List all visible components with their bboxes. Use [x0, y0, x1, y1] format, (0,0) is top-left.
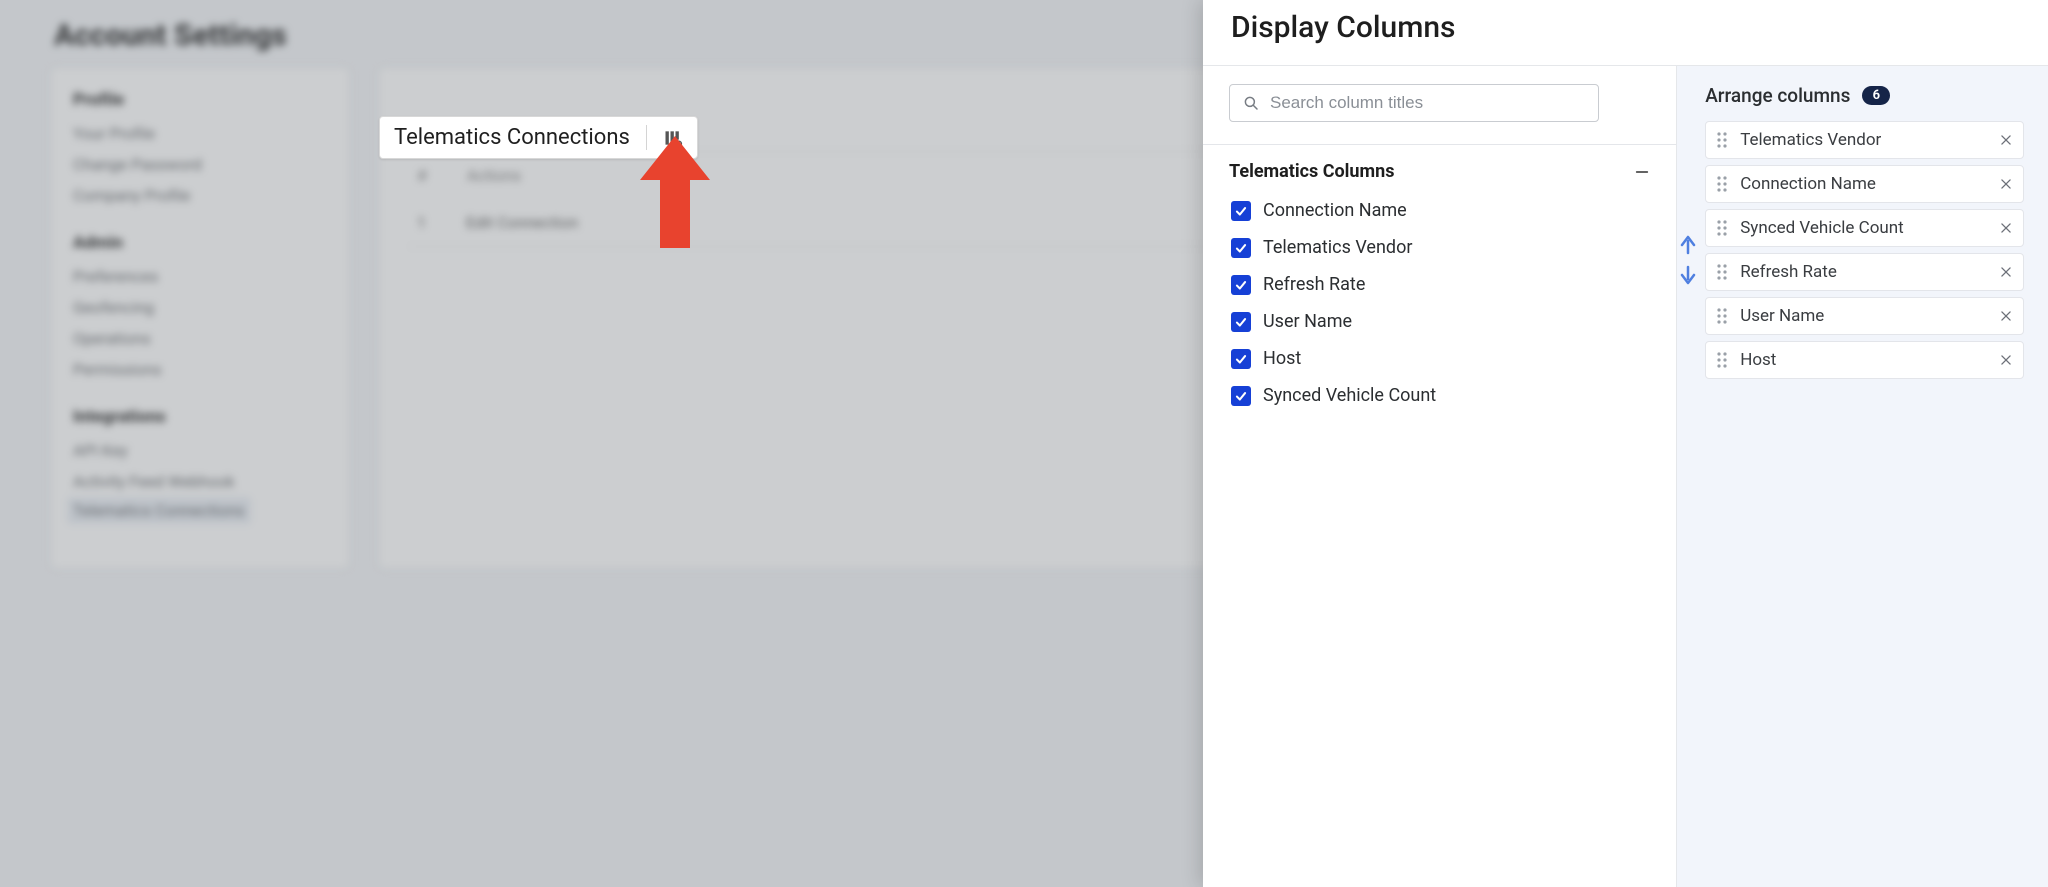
arrange-item-label: Connection Name: [1740, 174, 1987, 194]
column-label: Connection Name: [1263, 200, 1407, 221]
remove-column-button[interactable]: [1999, 221, 2013, 235]
search-icon: [1242, 94, 1260, 112]
arrange-list: Telematics Vendor Connection Name Synced…: [1705, 121, 2024, 379]
checkbox-icon[interactable]: [1231, 312, 1251, 332]
remove-column-button[interactable]: [1999, 309, 2013, 323]
drawer-header: Display Columns: [1203, 0, 2048, 66]
drag-handle-icon[interactable]: [1716, 263, 1728, 281]
arrange-item-label: Host: [1740, 350, 1987, 370]
remove-column-button[interactable]: [1999, 133, 2013, 147]
column-label: Host: [1263, 348, 1301, 369]
arrange-item[interactable]: Refresh Rate: [1705, 253, 2024, 291]
drawer-title: Display Columns: [1231, 10, 2020, 45]
arrange-count-badge: 6: [1862, 86, 1890, 105]
arrange-item[interactable]: Telematics Vendor: [1705, 121, 2024, 159]
drag-handle-icon[interactable]: [1716, 175, 1728, 193]
arrange-item-label: User Name: [1740, 306, 1987, 326]
drag-handle-icon[interactable]: [1716, 219, 1728, 237]
main-header-title: Telematics Connections: [394, 125, 630, 150]
column-label: User Name: [1263, 311, 1352, 332]
arrange-title: Arrange columns: [1705, 84, 1850, 107]
column-settings-icon[interactable]: [663, 128, 683, 148]
column-label: Synced Vehicle Count: [1263, 385, 1436, 406]
remove-column-button[interactable]: [1999, 265, 2013, 279]
checkbox-icon[interactable]: [1231, 349, 1251, 369]
collapse-icon[interactable]: [1634, 164, 1650, 180]
drag-handle-icon[interactable]: [1716, 131, 1728, 149]
arrange-item[interactable]: Synced Vehicle Count: [1705, 209, 2024, 247]
column-option[interactable]: Host: [1229, 342, 1650, 375]
checkbox-icon[interactable]: [1231, 386, 1251, 406]
arrange-item[interactable]: User Name: [1705, 297, 2024, 335]
available-columns-pane: Telematics Columns Connection Name Telem…: [1203, 66, 1676, 887]
column-option[interactable]: Refresh Rate: [1229, 268, 1650, 301]
remove-column-button[interactable]: [1999, 177, 2013, 191]
drag-handle-icon[interactable]: [1716, 351, 1728, 369]
column-label: Telematics Vendor: [1263, 237, 1412, 258]
column-option[interactable]: Telematics Vendor: [1229, 231, 1650, 264]
divider: [646, 125, 647, 150]
arrange-item[interactable]: Connection Name: [1705, 165, 2024, 203]
column-option[interactable]: Connection Name: [1229, 194, 1650, 227]
column-group-header[interactable]: Telematics Columns: [1229, 161, 1650, 182]
divider: [1203, 144, 1676, 145]
column-option[interactable]: Synced Vehicle Count: [1229, 379, 1650, 412]
column-option[interactable]: User Name: [1229, 305, 1650, 338]
search-input-wrapper[interactable]: [1229, 84, 1599, 122]
search-input[interactable]: [1270, 93, 1586, 113]
drag-handle-icon[interactable]: [1716, 307, 1728, 325]
arrange-item-label: Refresh Rate: [1740, 262, 1987, 282]
remove-column-button[interactable]: [1999, 353, 2013, 367]
display-columns-drawer: Display Columns Telematics Columns Conn: [1203, 0, 2048, 887]
arrange-header: Arrange columns 6: [1705, 84, 2024, 107]
main-header-chip: Telematics Connections: [379, 116, 698, 159]
arrange-item[interactable]: Host: [1705, 341, 2024, 379]
arrange-columns-pane: Arrange columns 6 Telematics Vendor Conn…: [1676, 66, 2048, 887]
column-group-title: Telematics Columns: [1229, 161, 1394, 182]
column-checklist: Connection Name Telematics Vendor Refres…: [1229, 194, 1650, 412]
checkbox-icon[interactable]: [1231, 275, 1251, 295]
arrange-item-label: Synced Vehicle Count: [1740, 218, 1987, 238]
arrange-item-label: Telematics Vendor: [1740, 130, 1987, 150]
checkbox-icon[interactable]: [1231, 201, 1251, 221]
checkbox-icon[interactable]: [1231, 238, 1251, 258]
column-label: Refresh Rate: [1263, 274, 1365, 295]
